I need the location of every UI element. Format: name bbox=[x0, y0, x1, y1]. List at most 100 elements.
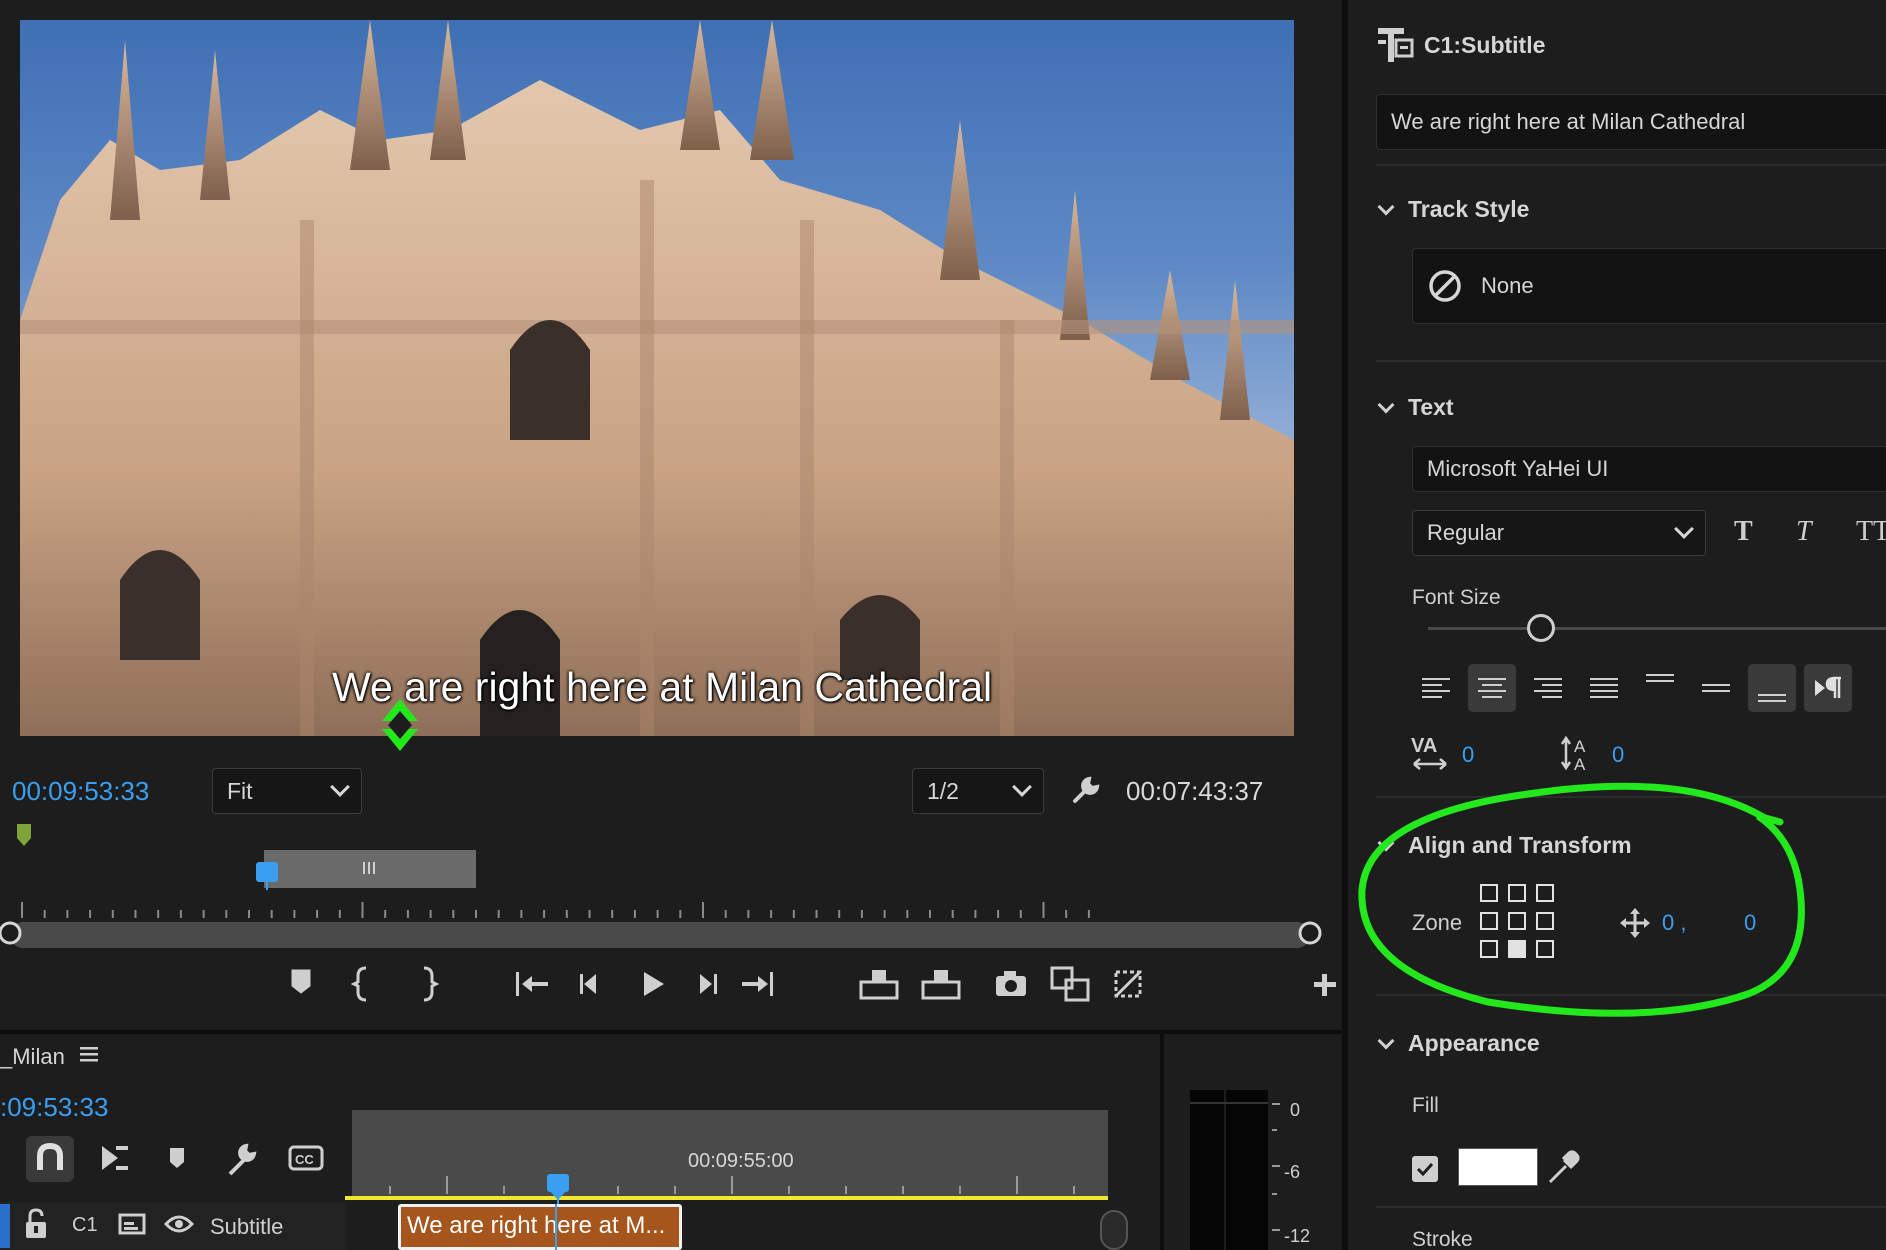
align-top-icon[interactable] bbox=[1636, 664, 1684, 712]
divider bbox=[1376, 360, 1886, 362]
meter-label-12: -12 bbox=[1284, 1226, 1311, 1246]
chevron-down-icon bbox=[1377, 198, 1395, 215]
wrench-settings-icon[interactable] bbox=[1066, 770, 1106, 810]
subtitle-overlay[interactable]: We are right here at Milan Cathedral bbox=[332, 664, 992, 711]
add-marker-icon bbox=[291, 969, 311, 994]
align-bottom-icon[interactable] bbox=[1748, 664, 1796, 712]
meter-label-6: -6 bbox=[1284, 1162, 1301, 1182]
panel-divider[interactable] bbox=[0, 1030, 1342, 1034]
panel-divider[interactable] bbox=[1160, 1034, 1164, 1250]
step-forward-icon bbox=[700, 974, 712, 994]
align-center-icon[interactable] bbox=[1468, 664, 1516, 712]
paragraph-alignment-row bbox=[1412, 664, 1886, 716]
caption-clip[interactable]: We are right here at M... bbox=[398, 1204, 682, 1250]
track-style-value: None bbox=[1481, 273, 1534, 298]
section-track-style-toggle[interactable]: Track Style bbox=[1377, 196, 1530, 223]
lift-icon bbox=[859, 980, 899, 1000]
meter-clip-indicators bbox=[1190, 1090, 1268, 1104]
font-style-value: Regular bbox=[1427, 520, 1505, 545]
ruler-timecode: 00:09:55:00 bbox=[688, 1150, 794, 1172]
mark-in-icon bbox=[350, 966, 367, 1002]
meter-channel-right bbox=[1226, 1090, 1268, 1250]
lock-icon[interactable] bbox=[24, 1208, 48, 1245]
go-to-out-icon bbox=[742, 982, 758, 986]
track-style-icon[interactable] bbox=[118, 1212, 146, 1241]
fill-color-swatch[interactable] bbox=[1458, 1148, 1538, 1186]
eye-visibility-icon[interactable] bbox=[163, 1214, 195, 1239]
meter-ticks bbox=[1272, 1103, 1280, 1231]
play-icon bbox=[644, 972, 664, 996]
faux-bold-icon[interactable]: T bbox=[1734, 516, 1753, 548]
rtl-paragraph-icon[interactable] bbox=[1804, 664, 1852, 712]
marker-icon bbox=[17, 824, 31, 846]
track-style-dropdown[interactable]: None bbox=[1412, 248, 1886, 324]
extract-icon bbox=[921, 980, 961, 1000]
align-left-icon[interactable] bbox=[1412, 664, 1460, 712]
fill-checkbox[interactable] bbox=[1412, 1156, 1438, 1182]
chevron-down-icon bbox=[1674, 519, 1694, 539]
monitor-mini-timeline[interactable] bbox=[0, 820, 1340, 950]
ruler-ticks bbox=[389, 1176, 1075, 1194]
timeline-tools: CC bbox=[0, 1134, 340, 1184]
meter-channel-left bbox=[1190, 1090, 1224, 1250]
divider bbox=[1376, 1206, 1886, 1208]
font-family-dropdown[interactable]: Microsoft YaHei UI bbox=[1412, 446, 1886, 492]
svg-text:A: A bbox=[1574, 755, 1586, 772]
comparison-view-icon bbox=[1050, 966, 1074, 990]
section-text-toggle[interactable]: Text bbox=[1377, 394, 1454, 421]
stroke-label: Stroke bbox=[1412, 1228, 1473, 1250]
svg-text:CC: CC bbox=[295, 1152, 314, 1167]
sequence-name[interactable]: _Milan bbox=[0, 1044, 65, 1070]
work-area-bar[interactable] bbox=[345, 1196, 1108, 1200]
leading-value[interactable]: 0 bbox=[1612, 742, 1624, 768]
cathedral-image bbox=[20, 20, 1294, 736]
font-style-dropdown[interactable]: Regular bbox=[1412, 510, 1706, 556]
font-size-slider-knob[interactable] bbox=[1526, 614, 1555, 642]
mark-out-icon bbox=[423, 966, 440, 1002]
timeline-panel: _Milan :09:53:33 CC 00:09:55:00 C1 Subti… bbox=[0, 1034, 1160, 1250]
audio-meter: 0 -6 -12 bbox=[1164, 1034, 1342, 1250]
video-frame[interactable]: We are right here at Milan Cathedral bbox=[20, 20, 1294, 736]
section-track-style-title: Track Style bbox=[1408, 196, 1530, 222]
panel-divider[interactable] bbox=[1342, 0, 1348, 1250]
duration-timecode: 00:07:43:37 bbox=[1126, 776, 1264, 806]
program-monitor: We are right here at Milan Cathedral 00:… bbox=[0, 0, 1342, 1030]
vertical-scroll-handle[interactable] bbox=[1100, 1210, 1128, 1250]
go-to-in-icon bbox=[516, 972, 519, 996]
align-middle-icon[interactable] bbox=[1692, 664, 1740, 712]
caption-text-field[interactable]: We are right here at Milan Cathedral bbox=[1376, 94, 1886, 150]
zoom-dropdown[interactable]: Fit bbox=[212, 768, 362, 814]
all-caps-icon[interactable]: TT bbox=[1856, 516, 1886, 548]
section-text-title: Text bbox=[1408, 394, 1454, 420]
justify-icon[interactable] bbox=[1580, 664, 1628, 712]
position-handle-icon[interactable] bbox=[370, 695, 430, 755]
panel-header-title: C1:Subtitle bbox=[1424, 32, 1546, 58]
track-label: C1 bbox=[72, 1214, 98, 1236]
chevron-down-icon bbox=[1012, 777, 1032, 797]
divider bbox=[1376, 164, 1886, 166]
hamburger-menu-icon[interactable] bbox=[80, 1044, 100, 1069]
caption-text-value: We are right here at Milan Cathedral bbox=[1391, 109, 1746, 134]
faux-italic-icon[interactable]: T bbox=[1796, 516, 1812, 548]
none-prohibited-icon bbox=[1429, 270, 1461, 302]
font-size-label: Font Size bbox=[1412, 586, 1501, 609]
timeline-timecode[interactable]: :09:53:33 bbox=[0, 1092, 108, 1123]
step-back-icon bbox=[580, 974, 583, 994]
resolution-dropdown[interactable]: 1/2 bbox=[912, 768, 1044, 814]
svg-text:A: A bbox=[1574, 737, 1586, 756]
font-family-value: Microsoft YaHei UI bbox=[1427, 456, 1609, 481]
checkmark-icon bbox=[1416, 1162, 1434, 1176]
playhead-line bbox=[555, 1204, 557, 1250]
track-target-toggle[interactable] bbox=[0, 1204, 10, 1248]
eyedropper-icon[interactable] bbox=[1548, 1150, 1580, 1189]
add-marker-icon bbox=[170, 1148, 184, 1168]
align-right-icon[interactable] bbox=[1524, 664, 1572, 712]
font-size-slider-track[interactable] bbox=[1428, 627, 1886, 630]
tracking-value[interactable]: 0 bbox=[1462, 742, 1474, 768]
tracking-icon: VA bbox=[1410, 732, 1450, 777]
playhead-timecode[interactable]: 00:09:53:33 bbox=[12, 776, 149, 807]
timeline-settings-wrench-icon bbox=[228, 1143, 257, 1176]
chevron-down-icon bbox=[1377, 396, 1395, 413]
essential-graphics-panel: C1:Subtitle We are right here at Milan C… bbox=[1348, 0, 1886, 1250]
track-name: Subtitle bbox=[210, 1214, 284, 1239]
